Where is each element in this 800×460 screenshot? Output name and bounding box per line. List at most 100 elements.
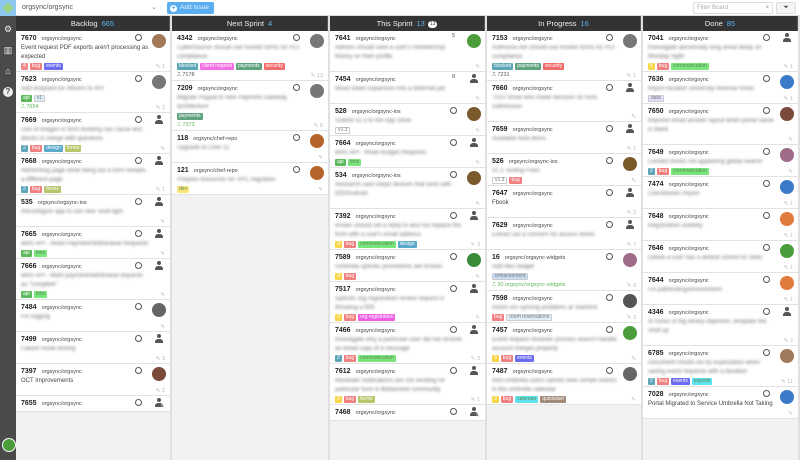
issue-number[interactable]: 7668: [21, 158, 37, 165]
issue-number[interactable]: 535: [21, 199, 33, 206]
issue-card[interactable]: 6785 orgsync/orgsync Document results list…: [643, 346, 798, 387]
issue-card[interactable]: 7487 orgsync/orgsync Non-umbrella users ca…: [487, 364, 641, 405]
issue-number[interactable]: 4346: [648, 309, 664, 316]
gear-icon[interactable]: [135, 399, 142, 406]
issue-card[interactable]: 7153 orgsync/orgsync Authorize.net should …: [487, 31, 641, 81]
label[interactable]: api: [21, 291, 32, 298]
issue-number[interactable]: 4342: [177, 35, 193, 42]
gear-icon[interactable]: [606, 221, 613, 228]
label[interactable]: design: [397, 241, 417, 248]
gear-icon[interactable]: [606, 367, 613, 374]
label[interactable]: communication: [358, 241, 396, 248]
assign-person-icon[interactable]: [625, 124, 635, 134]
clear-filter-icon[interactable]: ×: [765, 3, 769, 13]
avatar[interactable]: [780, 244, 794, 258]
issue-number[interactable]: 7655: [21, 400, 37, 407]
issue-number[interactable]: 7454: [335, 76, 351, 83]
issue-title[interactable]: 7010 Show who made decision on form subm…: [492, 94, 620, 112]
issue-number[interactable]: 7659: [492, 126, 508, 133]
assign-person-icon[interactable]: [154, 156, 164, 166]
issue-card[interactable]: 7499 orgsync/orgsync Failure mode testing ✎…: [16, 332, 170, 364]
gear-icon[interactable]: [135, 230, 142, 237]
issue-number[interactable]: 121: [177, 167, 189, 174]
label[interactable]: org registration: [358, 314, 396, 321]
issue-card[interactable]: 535 orgsync/orgsync-ios Reconfigure app to…: [16, 195, 170, 227]
issue-title[interactable]: OCT Improvements: [21, 377, 149, 386]
gear-icon[interactable]: [450, 107, 457, 114]
issue-number[interactable]: 7666: [21, 263, 37, 270]
issue-title[interactable]: Contact books not appearing global searc…: [648, 158, 776, 167]
gear-icon[interactable]: [450, 408, 457, 415]
issue-number[interactable]: 7041: [648, 35, 664, 42]
label[interactable]: blocked: [492, 63, 514, 70]
issue-card[interactable]: 4342 orgsync/orgsync CyberSource should us…: [172, 31, 328, 81]
issue-number[interactable]: 534: [335, 172, 347, 179]
label[interactable]: bms: [33, 291, 48, 298]
label[interactable]: bug: [656, 378, 670, 385]
issue-number[interactable]: 7466: [335, 327, 351, 334]
gear-icon[interactable]: [450, 253, 457, 260]
issue-card[interactable]: 534 orgsync/orgsync-ios Research card swip…: [330, 168, 485, 209]
issue-card[interactable]: 526 orgsync/orgsync-ios v1.3 Testing Fixes…: [487, 154, 641, 186]
label[interactable]: 2: [21, 186, 28, 193]
label[interactable]: communication: [671, 63, 709, 70]
label[interactable]: bug: [343, 314, 357, 321]
gear-icon[interactable]: [606, 34, 613, 41]
label[interactable]: bug: [343, 396, 357, 403]
issue-title[interactable]: Room res syncing problems at Stanford: [492, 304, 620, 313]
label[interactable]: client request: [200, 63, 234, 70]
gear-icon[interactable]: [135, 335, 142, 342]
label[interactable]: 2: [335, 355, 342, 362]
label[interactable]: events: [671, 378, 690, 385]
issue-number[interactable]: 7589: [335, 254, 351, 261]
label[interactable]: bug: [509, 177, 522, 184]
issue-title[interactable]: Fix pathfinding/environment: [648, 286, 776, 295]
issue-card[interactable]: 7664 orgsync/orgsync BMS API - Read Budget…: [330, 136, 485, 168]
gear-icon[interactable]: [450, 326, 457, 333]
label[interactable]: security: [542, 63, 565, 70]
assign-person-icon[interactable]: [469, 138, 479, 148]
issue-number[interactable]: 118: [177, 135, 188, 142]
label[interactable]: bms: [33, 250, 48, 257]
issue-number[interactable]: 7474: [648, 181, 664, 188]
issue-number[interactable]: 7636: [648, 76, 664, 83]
issue-card[interactable]: 7209 orgsync/orgsync Migrate Paypal to new…: [172, 81, 328, 131]
issue-title[interactable]: In honor of big binary objection, templa…: [648, 318, 776, 336]
gear-icon[interactable]: [606, 84, 613, 91]
issue-title[interactable]: Umbrella specific promotions are broken: [335, 263, 463, 272]
issue-card[interactable]: 7649 orgsync/orgsync Contact books not app…: [643, 145, 798, 177]
gear-icon[interactable]: [293, 34, 300, 41]
label[interactable]: data: [648, 95, 664, 102]
gear-icon[interactable]: [293, 134, 300, 141]
issue-title[interactable]: Improve email answer layout when portal …: [648, 117, 776, 135]
label[interactable]: payments: [515, 63, 541, 70]
label[interactable]: exports: [691, 378, 713, 385]
label[interactable]: payments: [177, 113, 203, 120]
issue-card[interactable]: 7392 orgsync/orgsync emails should set a r…: [330, 209, 485, 250]
issue-card[interactable]: 7466 orgsync/orgsync Investigate why a par…: [330, 323, 485, 364]
issue-title[interactable]: Fix logging: [21, 313, 149, 322]
issue-title[interactable]: Registration visibility: [648, 222, 776, 231]
issue-title[interactable]: Migrate Paypal to new Payment Gateway ar…: [177, 94, 305, 112]
gear-icon[interactable]: [293, 84, 300, 91]
issue-number[interactable]: 7670: [21, 35, 37, 42]
gear-icon[interactable]: [135, 157, 142, 164]
label[interactable]: bug: [343, 241, 357, 248]
avatar[interactable]: [780, 212, 794, 226]
issue-number[interactable]: 7646: [648, 245, 664, 252]
avatar[interactable]: [780, 390, 794, 404]
issue-card[interactable]: 7668 orgsync/orgsync Refreshing page while…: [16, 154, 170, 195]
assign-person-icon[interactable]: [469, 211, 479, 221]
assign-person-icon[interactable]: [782, 33, 792, 43]
label[interactable]: api: [21, 95, 32, 102]
issue-title[interactable]: Refreshing page while filling out a form…: [21, 167, 149, 185]
assign-person-icon[interactable]: [469, 325, 479, 335]
issue-title[interactable]: Specific org registration review request…: [335, 295, 463, 313]
avatar[interactable]: [780, 107, 794, 121]
issue-number[interactable]: 7499: [21, 336, 37, 343]
issue-card[interactable]: 7612 orgsync/orgsync Reviewer notification…: [330, 364, 485, 405]
issue-title[interactable]: Investigate abnormally long email delay …: [648, 44, 776, 62]
label[interactable]: security: [263, 63, 285, 70]
assign-person-icon[interactable]: [154, 229, 164, 239]
label[interactable]: bug: [29, 186, 43, 193]
